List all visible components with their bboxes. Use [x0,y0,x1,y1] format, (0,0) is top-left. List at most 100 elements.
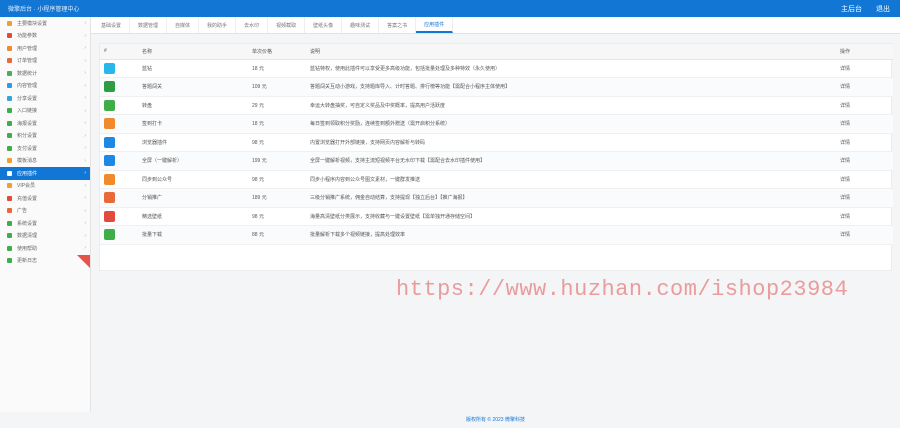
chevron-right-icon: › [84,145,86,152]
detail-link[interactable]: 详情 [836,207,893,226]
detail-link[interactable]: 详情 [836,114,893,134]
sidebar-item[interactable]: 广告 › [0,205,90,218]
sidebar-item-icon [7,208,12,214]
plugin-price: 18 元 [248,114,306,134]
tab-item[interactable]: 应用插件 [416,17,454,33]
plugin-table: # 名称 单次价格 说明 操作 蓝钻 18 元蓝钻特权，使用此插件可以享受更多高级… [100,44,893,245]
plugin-description: 批量解析下载多个视频链接，提高处理效率 [306,225,836,245]
sidebar-item-label: 入口链接 [17,108,38,115]
sidebar-item-label: 分享设置 [17,95,38,102]
plugin-icon-cell [100,188,138,208]
sidebar-item[interactable]: 使用帮助 › [0,242,90,255]
plugin-icon-cell [100,151,138,171]
sidebar-item[interactable]: 应用插件 › [0,167,90,180]
sidebar-item-icon [7,45,12,51]
sidebar-item-icon [7,108,12,114]
table-row: 签到打卡 18 元每日签到领取积分奖励，连续签到额外赠送（需开启积分系统） 详情 [100,114,893,134]
sidebar-item-icon [7,258,12,264]
plugin-app-icon [104,99,115,111]
tab-item[interactable]: 基础设置 [93,17,131,33]
tab-item[interactable]: 自媒体 [167,17,200,33]
plugin-name: 批量下载 [138,225,248,245]
sidebar-item[interactable]: 积分设置 › [0,130,90,143]
chevron-right-icon: › [84,107,86,114]
plugin-price: 88 元 [248,225,306,245]
detail-link[interactable]: 详情 [836,170,893,189]
sidebar-item[interactable]: 模板消息 › [0,155,90,168]
plugin-table-panel: # 名称 单次价格 说明 操作 蓝钻 18 元蓝钻特权，使用此插件可以享受更多高级… [99,43,893,271]
watermark-url: https://www.huzhan.com/ishop23984 [396,277,849,302]
footer-copyright: 版权所有 © 2023 微擎科技 [466,417,525,423]
chevron-right-icon: › [84,195,86,202]
sidebar-item[interactable]: VIP会员 › [0,180,90,193]
tab-item[interactable]: 去水印 [236,17,269,33]
sidebar-item[interactable]: 充值设置 › [0,192,90,205]
plugin-price: 109 元 [248,77,306,97]
detail-link[interactable]: 详情 [836,133,893,152]
sidebar-item-label: 支付设置 [17,145,38,152]
detail-link[interactable]: 详情 [836,225,893,245]
sidebar-item[interactable]: 主要模块设置 › [0,17,90,30]
table-row: 转盘 29 元幸运大转盘抽奖，可自定义奖品及中奖概率，提高用户活跃度 详情 [100,96,893,115]
logout-link[interactable]: 退出 [876,4,890,14]
sidebar-item-icon [7,170,12,176]
tab-item[interactable]: 壁纸头像 [305,17,343,33]
detail-link[interactable]: 详情 [836,59,893,78]
sidebar: 主要模块设置 › 功能参数 › 用户管理 › 订单管理 › 数据统计 › 内容管理 › 分享设置 › 入口链… [0,17,91,412]
plugin-name: 同步到公众号 [138,170,248,189]
plugin-price: 98 元 [248,170,306,189]
sidebar-item[interactable]: 订单管理 › [0,55,90,68]
sidebar-item[interactable]: 支付设置 › [0,142,90,155]
sidebar-item-label: 更新日志 [17,258,38,265]
detail-link[interactable]: 详情 [836,151,893,171]
table-row: 蓝钻 18 元蓝钻特权，使用此插件可以享受更多高级功能，包括批量处理及多种特效（永… [100,59,893,78]
top-bar: 微擎后台 · 小程序管理中心 主后台 退出 [0,0,900,17]
plugin-app-icon [104,118,115,130]
plugin-icon-cell [100,207,138,226]
new-corner-badge [77,254,90,268]
sidebar-item-icon [7,220,12,226]
sidebar-item-icon [7,245,12,251]
chevron-right-icon: › [84,120,86,127]
plugin-name: 浏览器插件 [138,133,248,152]
sidebar-item-label: 数据清理 [17,233,38,240]
plugin-name: 签到打卡 [138,114,248,134]
sidebar-item[interactable]: 入口链接 › [0,105,90,118]
tab-item[interactable]: 答案之书 [379,17,417,33]
sidebar-item-icon [7,70,12,76]
sidebar-item-icon [7,195,12,201]
sidebar-item-label: 功能参数 [17,33,38,40]
plugin-description: 同步小程序内容到公众号图文素材，一键群发推送 [306,170,836,189]
main-backend-link[interactable]: 主后台 [841,4,862,14]
sidebar-item-label: 应用插件 [17,170,38,177]
sidebar-item[interactable]: 内容管理 › [0,80,90,93]
detail-link[interactable]: 详情 [836,77,893,97]
sidebar-item-icon [7,145,12,151]
sidebar-item-label: 数据统计 [17,70,38,77]
sidebar-item[interactable]: 用户管理 › [0,42,90,55]
plugin-app-icon [104,192,115,204]
table-row: 同步到公众号 98 元同步小程序内容到公众号图文素材，一键群发推送 详情 [100,170,893,189]
tab-item[interactable]: 视频截取 [268,17,306,33]
plugin-description: 蓝钻特权，使用此插件可以享受更多高级功能，包括批量处理及多种特效（永久使用） [306,59,836,78]
plugin-app-icon [104,155,115,167]
tab-item[interactable]: 数据管理 [130,17,168,33]
chevron-right-icon: › [84,132,86,139]
tab-item[interactable]: 趣味测试 [342,17,380,33]
sidebar-item[interactable]: 数据清理 › [0,230,90,243]
sidebar-item[interactable]: 海报设置 › [0,117,90,130]
detail-link[interactable]: 详情 [836,188,893,208]
sidebar-item[interactable]: 系统设置 › [0,217,90,230]
plugin-description: 幸运大转盘抽奖，可自定义奖品及中奖概率，提高用户活跃度 [306,96,836,115]
plugin-description: 答题闯关互动小游戏，支持题库导入、计时答题、排行榜等功能【需配合小程序主体使用】 [306,77,836,97]
plugin-name: 全屏（一键解析） [138,151,248,171]
detail-link[interactable]: 详情 [836,96,893,115]
sidebar-item[interactable]: 功能参数 › [0,30,90,43]
sidebar-item-label: 用户管理 [17,45,38,52]
sidebar-item[interactable]: 分享设置 › [0,92,90,105]
tab-item[interactable]: 我的助手 [199,17,237,33]
plugin-description: 每日签到领取积分奖励，连续签到额外赠送（需开启积分系统） [306,114,836,134]
chevron-right-icon: › [84,207,86,214]
sidebar-item[interactable]: 更新日志 › [0,254,90,268]
sidebar-item[interactable]: 数据统计 › [0,67,90,80]
